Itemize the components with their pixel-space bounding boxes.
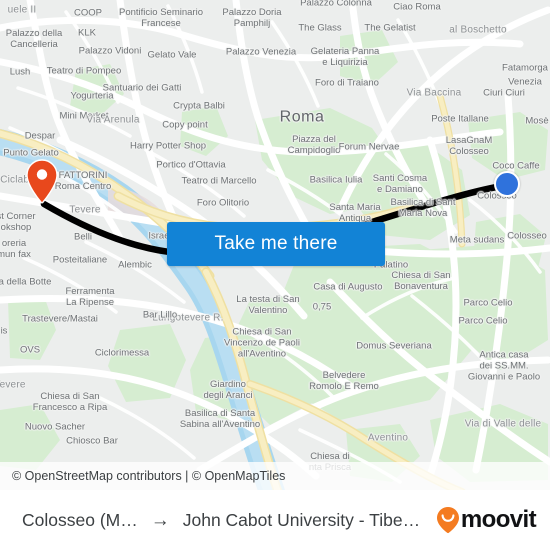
trip-footer: Colosseo (M… → John Cabot University - T… bbox=[0, 490, 550, 550]
destination-label: John Cabot University - Tiber Cam… bbox=[182, 509, 425, 530]
arrow-right-icon: → bbox=[150, 509, 170, 531]
end-dot-marker[interactable] bbox=[494, 171, 520, 197]
moovit-wordmark: moovit bbox=[460, 506, 537, 533]
map-pin-icon bbox=[26, 159, 58, 204]
moovit-pin-icon bbox=[436, 507, 459, 534]
start-pin-marker[interactable] bbox=[25, 159, 59, 204]
route-summary: Colosseo (M… → John Cabot University - T… bbox=[22, 510, 425, 531]
map-attribution[interactable]: © OpenStreetMap contributors | © OpenMap… bbox=[0, 462, 550, 490]
moovit-logo: moovit bbox=[435, 506, 537, 534]
take-me-there-button[interactable]: Take me there bbox=[167, 222, 385, 266]
map-canvas[interactable]: uele II COOP Pontificio Seminario Francese… bbox=[0, 0, 550, 490]
moovit-trip-card: uele II COOP Pontificio Seminario Francese… bbox=[0, 0, 550, 550]
origin-label: Colosseo (M… bbox=[22, 509, 138, 530]
